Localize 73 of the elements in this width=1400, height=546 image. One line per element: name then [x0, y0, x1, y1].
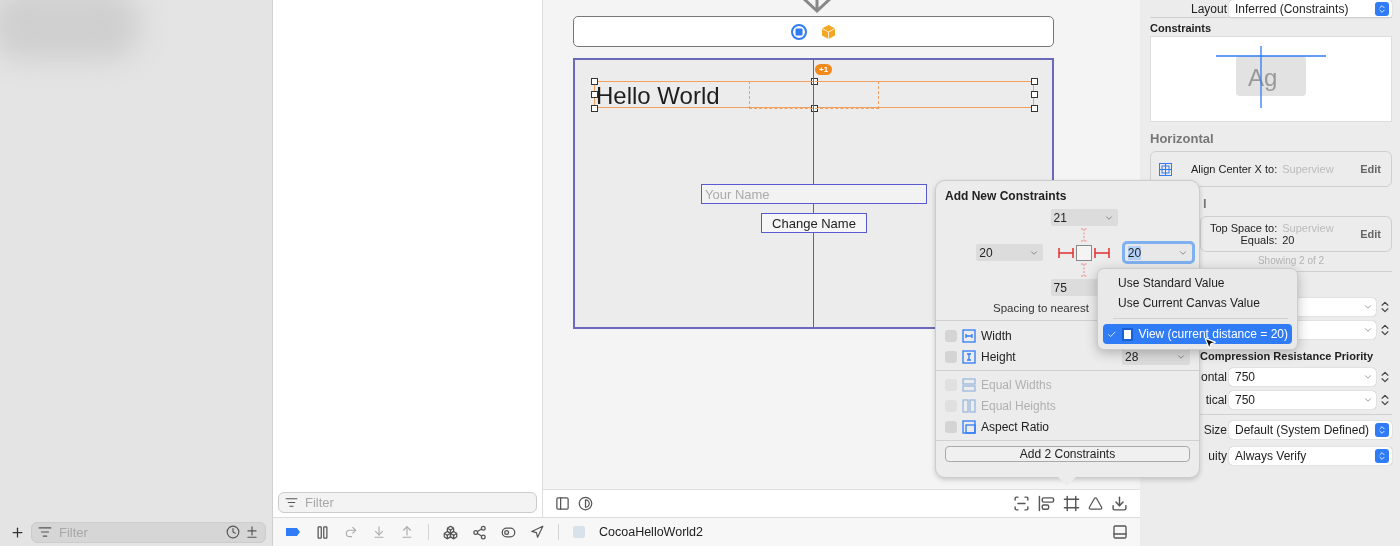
width-constraint-icon — [962, 328, 976, 343]
constraint-value: 20 — [1282, 234, 1296, 246]
popover-title: Add New Constraints — [945, 189, 1068, 203]
equal-heights-constraint-icon — [962, 398, 976, 413]
spacing-popup[interactable]: 20 — [1124, 244, 1192, 261]
hello-label[interactable]: Hello World — [596, 82, 720, 109]
triangle-icon[interactable] — [1088, 496, 1103, 511]
toggle-icon[interactable] — [501, 524, 516, 540]
priority-popup[interactable]: 750 — [1229, 367, 1376, 386]
strut-icon[interactable] — [1094, 247, 1110, 258]
boxes-icon[interactable] — [443, 524, 458, 540]
add-constraints-button[interactable]: Add 2 Constraints — [945, 446, 1190, 462]
panel-icon[interactable] — [555, 496, 570, 511]
field-label: Size — [1202, 423, 1227, 437]
filter-field[interactable]: Filter — [278, 492, 537, 513]
app-icon — [573, 526, 585, 538]
filter-icon[interactable] — [38, 525, 52, 539]
edit-button[interactable]: Edit — [1360, 163, 1381, 175]
edit-button[interactable]: Edit — [1360, 228, 1381, 240]
dashed-strut-icon — [1080, 228, 1088, 242]
equal-widths-constraint-icon — [962, 377, 976, 392]
text-field[interactable]: Your Name — [701, 184, 927, 204]
pause-icon[interactable] — [315, 524, 330, 540]
field-label: tical — [1204, 392, 1227, 407]
clock-icon[interactable] — [226, 525, 240, 539]
layout-popup[interactable]: Inferred (Constraints) — [1229, 0, 1392, 18]
filter-input[interactable]: Filter — [303, 494, 530, 511]
spacing-caption: Spacing to nearest — [993, 302, 1089, 314]
filter-icon[interactable] — [285, 496, 298, 509]
constraint-label: Equals: — [1240, 234, 1278, 246]
value-popup[interactable]: Default (System Defined) — [1229, 421, 1392, 439]
checkbox[interactable] — [945, 350, 957, 363]
menu-item[interactable]: Use Current Canvas Value — [1103, 293, 1292, 313]
priority-popup[interactable]: 750 — [1229, 390, 1376, 409]
height-constraint-icon — [962, 349, 976, 364]
constraint-label: Top Space to: — [1209, 222, 1278, 234]
tag-icon[interactable] — [285, 527, 301, 537]
dashed-strut-icon — [1080, 263, 1088, 277]
section-heading: Horizontal — [1150, 131, 1215, 146]
option-label: Width — [981, 328, 1012, 343]
option-label: Equal Widths — [981, 377, 1052, 392]
strut-icon[interactable] — [1058, 247, 1074, 258]
nodes-icon[interactable] — [472, 524, 487, 540]
contrast-icon[interactable] — [578, 496, 593, 511]
menu-item[interactable]: View (current distance = 20) — [1103, 324, 1292, 344]
checkbox[interactable] — [945, 420, 957, 433]
constraint-label: Align Center X to: — [1191, 163, 1278, 175]
value-popup[interactable]: Always Verify — [1229, 447, 1392, 465]
add-icon[interactable] — [10, 524, 25, 540]
option-label: Aspect Ratio — [981, 419, 1050, 434]
change-name-button[interactable]: Change Name — [761, 213, 867, 233]
spacing-popup[interactable]: 21 — [1050, 209, 1118, 226]
field-label: Layout — [1189, 2, 1227, 16]
plus-minus-icon[interactable] — [245, 525, 259, 539]
checkbox[interactable] — [945, 329, 957, 342]
spacing-popup[interactable]: 20 — [976, 244, 1044, 261]
option-label: Equal Heights — [981, 398, 1056, 413]
scheme-label: CocoaHelloWorld2 — [599, 525, 703, 539]
location-icon[interactable] — [530, 525, 544, 539]
center-x-icon — [1159, 162, 1172, 176]
embed-icon[interactable] — [1111, 495, 1128, 512]
section-title: Constraints — [1150, 22, 1213, 34]
option-label: Height — [981, 349, 1016, 364]
align-icon[interactable] — [1038, 495, 1055, 512]
aspect-constraint-icon — [962, 419, 976, 434]
view-icon — [1121, 327, 1134, 341]
view-square-icon — [1076, 244, 1092, 261]
section-heading: l — [1202, 196, 1208, 211]
field-label: ontal — [1199, 369, 1227, 384]
section-title: Compression Resistance Priority — [1200, 350, 1374, 362]
field-label: uity — [1207, 449, 1227, 463]
constraint-badge: +1 — [815, 64, 833, 75]
panel-bottom-icon[interactable] — [1112, 524, 1128, 540]
